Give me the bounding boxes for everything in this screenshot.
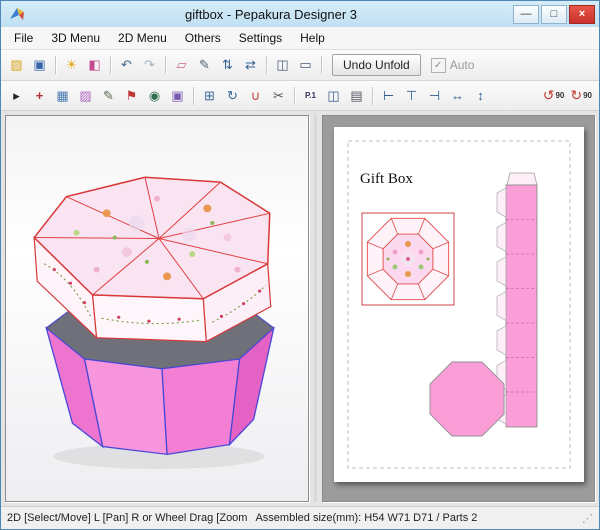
app-window: giftbox - Pepakura Designer 3 — □ × File… [0,0,600,530]
toolbar-separator [266,56,267,74]
open-folder-icon[interactable]: ▨ [5,54,28,77]
undo-unfold-button[interactable]: Undo Unfold [332,54,421,76]
mirror-icon[interactable]: ⇄ [239,54,262,77]
align-right-icon[interactable]: ⊣ [423,84,446,107]
pane-splitter[interactable] [314,115,317,502]
status-mode-text: 2D [Select/Move] L [Pan] R or Wheel Drag… [7,512,247,524]
menu-settings[interactable]: Settings [230,28,291,48]
resize-grip[interactable]: ⋰ [582,512,593,525]
draw-icon[interactable]: ✎ [97,84,120,107]
menu-others[interactable]: Others [176,28,230,48]
menu-bar: File 3D Menu 2D Menu Others Settings Hel… [1,27,599,50]
save-icon[interactable]: ▣ [28,54,51,77]
pattern-layout: Gift Box [334,127,584,482]
menu-2d[interactable]: 2D Menu [109,28,176,48]
rotate-right-label: 90 [583,91,592,100]
add-part-icon[interactable]: ⊞ [198,84,221,107]
sheet-title: Gift Box [360,171,413,187]
toolbar-separator [294,87,295,105]
distribute-vertical-icon[interactable]: ↕ [469,84,492,107]
rotate-right-90-button[interactable]: ↻ 90 [567,86,595,105]
toolbar-separator [321,56,322,74]
cut-edge-icon[interactable]: ✂ [267,84,290,107]
title-bar[interactable]: giftbox - Pepakura Designer 3 — □ × [1,1,599,27]
rotate-left-icon: ↺ [543,87,555,104]
viewport-2d[interactable]: Gift Box [322,115,595,502]
eraser-icon[interactable]: ▱ [170,54,193,77]
select-path-icon[interactable]: + [28,84,51,107]
image-icon[interactable]: ▣ [166,84,189,107]
rotate-part-icon[interactable]: ↻ [221,84,244,107]
join-edge-icon[interactable]: ∪ [244,84,267,107]
status-bar: 2D [Select/Move] L [Pan] R or Wheel Drag… [1,506,599,529]
print-icon[interactable]: ▤ [345,84,368,107]
menu-file[interactable]: File [5,28,42,48]
rotate-left-label: 90 [555,91,564,100]
toolbar-main: ▨ ▣ ☀ ◧ ↶ ↷ ▱ ✎ ⇅ ⇄ ◫ ▭ Undo Unfold ✓ Au… [1,50,599,81]
minimize-button[interactable]: — [513,5,539,24]
app-icon [9,6,25,22]
undo-icon[interactable]: ↶ [115,54,138,77]
toolbar-separator [55,56,56,74]
status-size-text: Assembled size(mm): H54 W71 D71 / Parts … [255,512,477,524]
pattern-sheet[interactable]: Gift Box [334,127,584,482]
redo-icon[interactable]: ↷ [138,54,161,77]
select-move-icon[interactable]: ▸ [5,84,28,107]
menu-help[interactable]: Help [291,28,334,48]
texture-view-icon[interactable]: ◧ [83,54,106,77]
rotate-left-90-button[interactable]: ↺ 90 [540,86,568,105]
viewport-3d[interactable] [5,115,309,502]
auto-checkbox[interactable]: ✓ Auto [431,58,475,73]
align-top-icon[interactable]: ⊤ [400,84,423,107]
auto-checkbox-label: Auto [450,58,475,72]
toolbar-separator [110,56,111,74]
window-title: giftbox - Pepakura Designer 3 [29,7,513,22]
rotate-right-icon: ↻ [570,87,582,104]
maximize-button[interactable]: □ [541,5,567,24]
flag-icon[interactable]: ⚑ [120,84,143,107]
toolbar-separator [193,87,194,105]
texture-icon[interactable]: ▨ [74,84,97,107]
close-button[interactable]: × [569,5,595,24]
toolbar-2d: ▸ + ▦ ▨ ✎ ⚑ ◉ ▣ ⊞ ↻ ∪ ✂ P.1 ◫ ▤ ⊢ ⊤ ⊣ ↔ … [1,81,599,111]
split-view-icon[interactable]: ◫ [271,54,294,77]
page-layout-icon[interactable]: ◫ [322,84,345,107]
grid-icon[interactable]: ▦ [51,84,74,107]
edit-icon[interactable]: ✎ [193,54,216,77]
menu-3d[interactable]: 3D Menu [42,28,109,48]
detect-icon[interactable]: ◉ [143,84,166,107]
model-3d-giftbox [6,116,308,501]
toolbar-separator [372,87,373,105]
content-area: Gift Box [1,111,599,506]
auto-checkbox-box[interactable]: ✓ [431,58,446,73]
align-left-icon[interactable]: ⊢ [377,84,400,107]
render-light-icon[interactable]: ☀ [60,54,83,77]
page-number-icon[interactable]: P.1 [299,84,322,107]
flip-vertical-icon[interactable]: ⇅ [216,54,239,77]
single-view-icon[interactable]: ▭ [294,54,317,77]
toolbar-separator [165,56,166,74]
distribute-horizontal-icon[interactable]: ↔ [446,84,469,107]
